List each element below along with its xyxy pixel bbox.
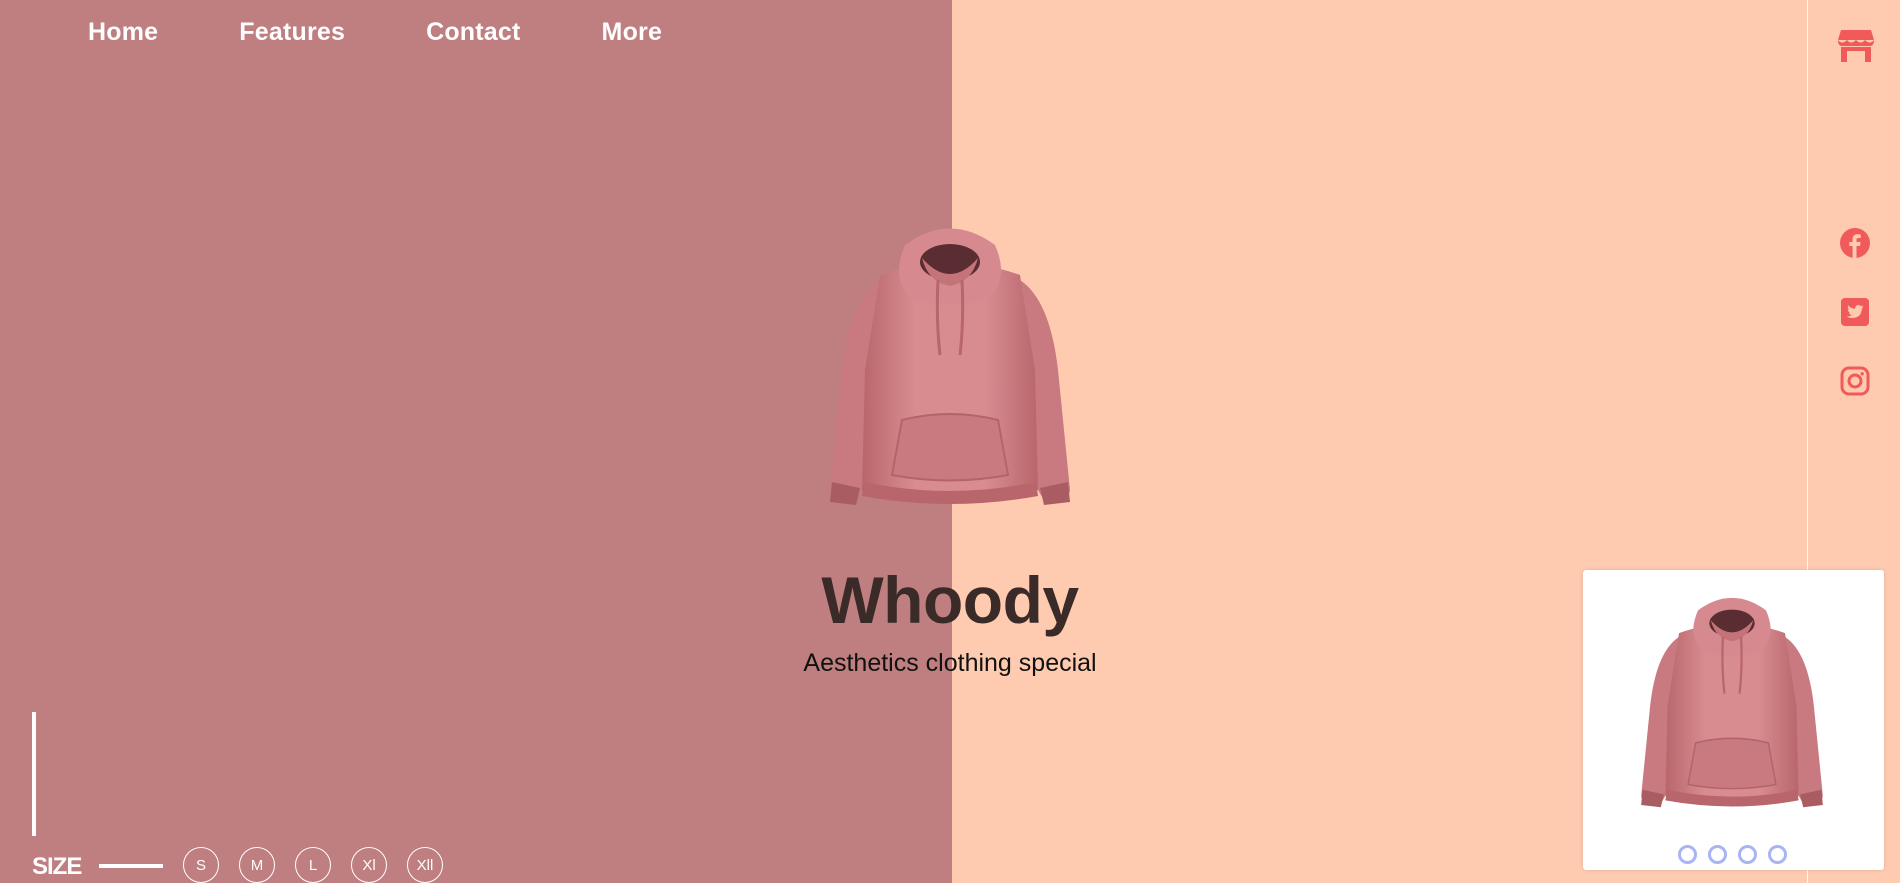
top-nav: Home Features Contact More <box>88 18 662 47</box>
size-option-xl[interactable]: Xl <box>351 847 387 883</box>
size-option-m[interactable]: M <box>239 847 275 883</box>
size-option-l[interactable]: L <box>295 847 331 883</box>
store-icon[interactable] <box>1837 28 1875 64</box>
nav-features[interactable]: Features <box>239 18 345 47</box>
size-option-s[interactable]: S <box>183 847 219 883</box>
carousel-dot[interactable] <box>1678 845 1697 864</box>
facebook-link[interactable] <box>1839 227 1871 259</box>
size-options: S M L Xl Xll <box>183 847 443 883</box>
nav-contact[interactable]: Contact <box>426 18 520 47</box>
scroll-indicator <box>32 712 36 836</box>
carousel-dot[interactable] <box>1768 845 1787 864</box>
carousel-dots <box>1678 845 1787 864</box>
size-divider <box>99 864 163 868</box>
carousel-dot[interactable] <box>1738 845 1757 864</box>
size-label: SIZE <box>32 853 82 880</box>
nav-more[interactable]: More <box>602 18 663 47</box>
carousel-dot[interactable] <box>1708 845 1727 864</box>
product-preview-card[interactable] <box>1583 570 1884 870</box>
instagram-link[interactable] <box>1839 365 1871 397</box>
size-option-xxl[interactable]: Xll <box>407 847 443 883</box>
nav-home[interactable]: Home <box>88 18 158 47</box>
hoodie-thumbnail <box>1641 597 1823 808</box>
twitter-link[interactable] <box>1839 296 1871 328</box>
facebook-icon <box>1840 228 1870 258</box>
hoodie-image <box>830 228 1070 505</box>
instagram-icon <box>1840 366 1870 396</box>
twitter-icon <box>1841 298 1869 326</box>
